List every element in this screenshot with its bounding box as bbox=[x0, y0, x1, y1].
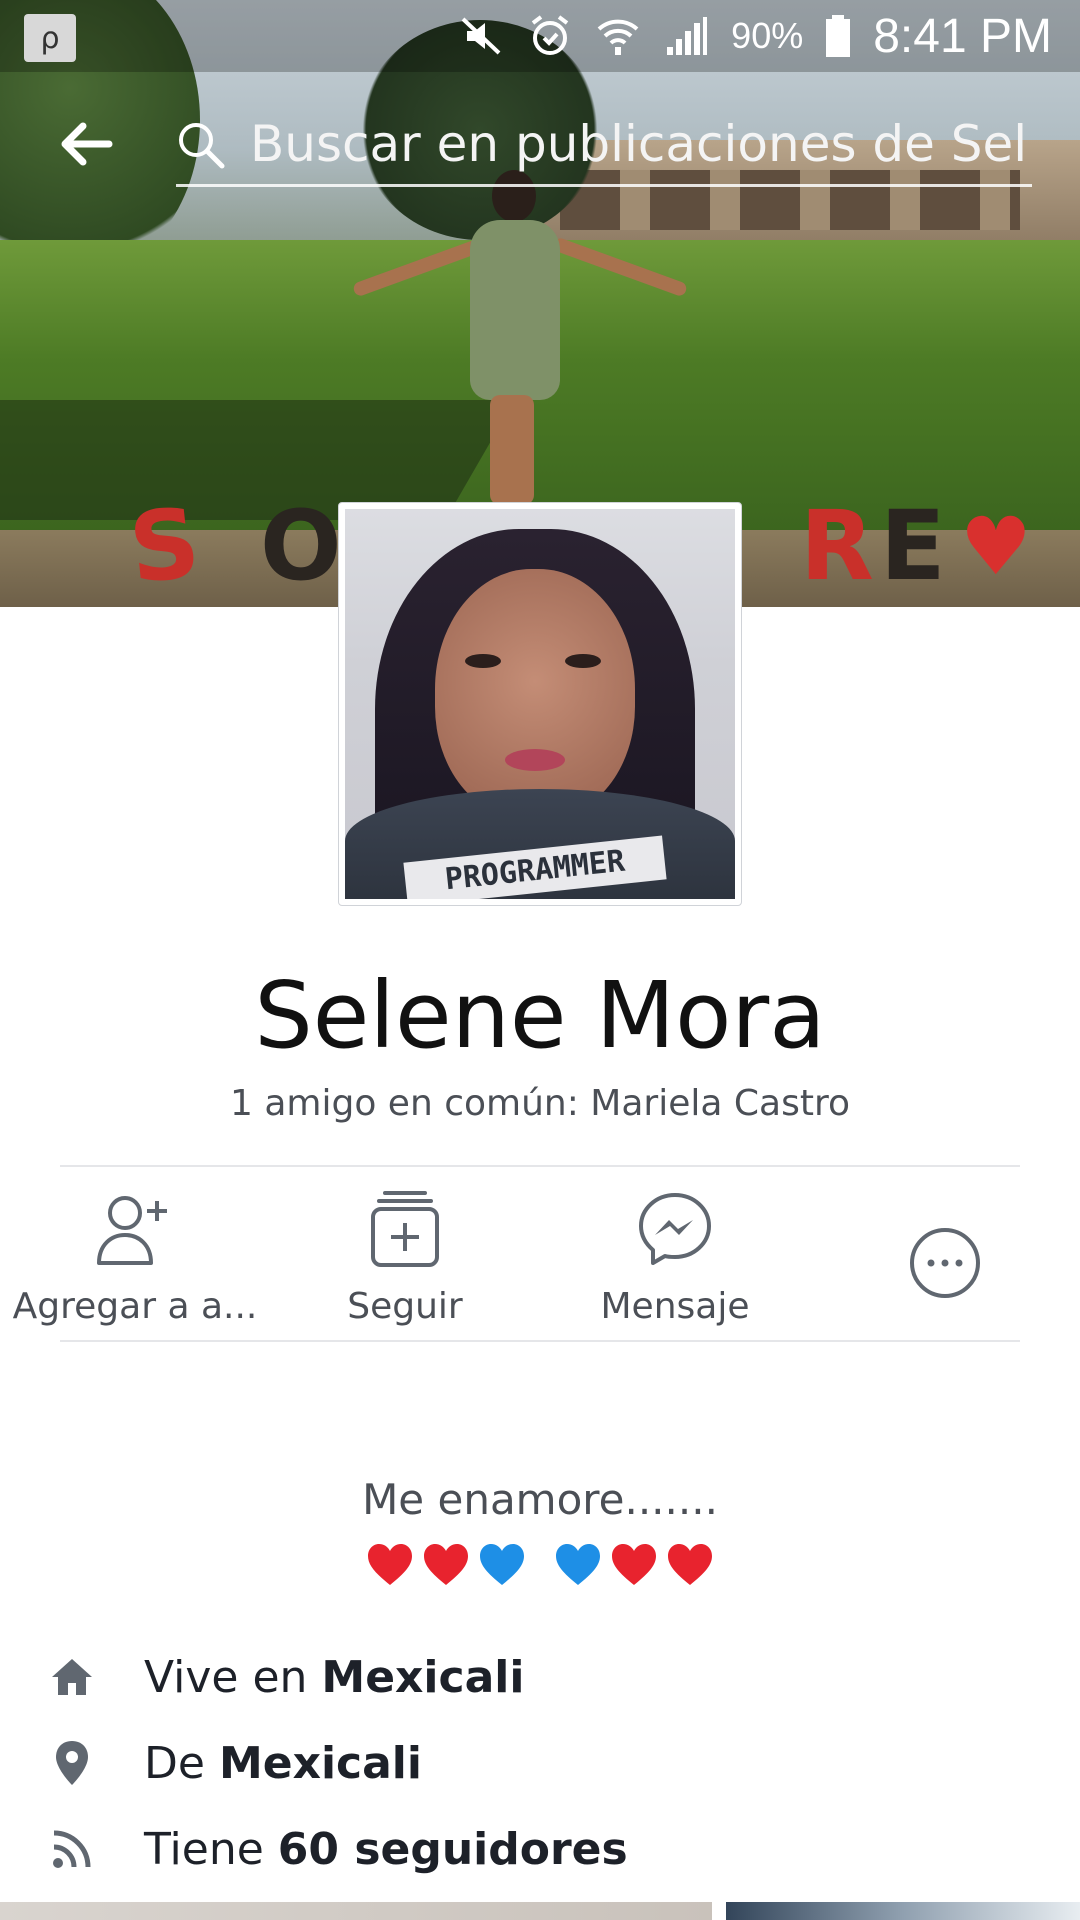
blue-heart-icon bbox=[480, 1544, 524, 1585]
cover-letter: E bbox=[880, 490, 946, 602]
search-icon bbox=[176, 120, 226, 170]
add-friend-icon bbox=[90, 1184, 180, 1274]
back-button[interactable] bbox=[56, 118, 116, 170]
cover-letter: S bbox=[124, 486, 205, 606]
photos-strip[interactable] bbox=[0, 1902, 1080, 1920]
cover-letter: O bbox=[260, 490, 342, 602]
cover-person bbox=[470, 170, 560, 510]
info-from[interactable]: De Mexicali bbox=[0, 1728, 1080, 1798]
back-arrow-icon bbox=[61, 122, 113, 166]
home-icon bbox=[44, 1649, 100, 1705]
profile-picture[interactable]: PROGRAMMER bbox=[338, 502, 742, 906]
info-text: Tiene 60 seguidores bbox=[144, 1823, 628, 1875]
mutual-friends[interactable]: 1 amigo en común: Mariela Castro bbox=[0, 1083, 1080, 1124]
info-lives-in[interactable]: Vive en Mexicali bbox=[0, 1642, 1080, 1712]
add-friend-button[interactable]: Agregar a a... bbox=[0, 1170, 270, 1340]
cover-letter: ♥ bbox=[960, 500, 1032, 593]
red-heart-icon bbox=[424, 1544, 468, 1585]
photo-thumbnail[interactable] bbox=[726, 1902, 1080, 1920]
search-bar bbox=[0, 100, 1080, 190]
follow-button[interactable]: Seguir bbox=[270, 1170, 540, 1340]
follow-label: Seguir bbox=[347, 1286, 463, 1327]
red-heart-icon bbox=[668, 1544, 712, 1585]
alarm-icon bbox=[527, 13, 573, 59]
red-heart-icon bbox=[612, 1544, 656, 1585]
profile-photo: PROGRAMMER bbox=[345, 509, 735, 899]
signal-icon bbox=[663, 13, 709, 59]
message-label: Mensaje bbox=[600, 1286, 750, 1327]
photo-thumbnail[interactable] bbox=[0, 1902, 712, 1920]
more-icon bbox=[900, 1218, 990, 1308]
bio-hearts bbox=[0, 1540, 1080, 1590]
search-input[interactable] bbox=[250, 114, 1030, 174]
follow-icon bbox=[360, 1184, 450, 1274]
clock: 8:41 PM bbox=[873, 9, 1052, 63]
more-button[interactable] bbox=[810, 1170, 1080, 1340]
rss-followers-icon bbox=[44, 1821, 100, 1877]
battery-percent: 90% bbox=[731, 15, 804, 56]
divider bbox=[60, 1165, 1020, 1167]
app-notification-icon: ρ bbox=[24, 14, 76, 62]
profile-name: Selene Mora bbox=[254, 962, 826, 1069]
location-pin-icon bbox=[44, 1735, 100, 1791]
messenger-icon bbox=[630, 1184, 720, 1274]
add-friend-label: Agregar a a... bbox=[12, 1286, 258, 1327]
status-icons: 90% 8:41 PM bbox=[459, 0, 1052, 72]
battery-icon bbox=[825, 13, 851, 59]
profile-actions: Agregar a a... Seguir Mensaje bbox=[0, 1170, 1080, 1340]
info-text: De Mexicali bbox=[144, 1737, 422, 1789]
mute-icon bbox=[459, 13, 505, 59]
info-followers[interactable]: Tiene 60 seguidores bbox=[0, 1814, 1080, 1884]
cover-letter: R bbox=[800, 490, 874, 602]
info-text: Vive en Mexicali bbox=[144, 1651, 525, 1703]
status-bar: ρ 90% 8:41 PM bbox=[0, 0, 1080, 72]
wifi-icon bbox=[595, 13, 641, 59]
message-button[interactable]: Mensaje bbox=[540, 1170, 810, 1340]
bio-text: Me enamore....... bbox=[362, 1475, 718, 1524]
red-heart-icon bbox=[368, 1544, 412, 1585]
search-underline bbox=[176, 184, 1032, 187]
divider bbox=[60, 1340, 1020, 1342]
blue-heart-icon bbox=[556, 1544, 600, 1585]
